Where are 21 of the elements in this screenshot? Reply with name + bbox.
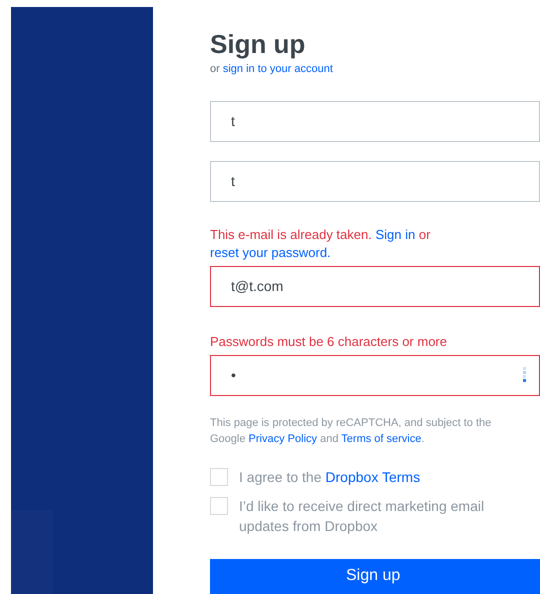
password-manager-icon[interactable] — [523, 366, 527, 382]
error-message: This e-mail is already taken. Sign in or reset your password. — [210, 226, 432, 262]
text-field[interactable]: t — [210, 160, 540, 202]
dropbox-terms-link[interactable]: Dropbox Terms — [325, 468, 420, 484]
recaptcha-notice: This page is protected by reCAPTCHA, and subject to the Google Privacy Policy and Terms of service. — [210, 416, 492, 446]
checkbox-label: I’d like to receive direct marketing email updates from Dropbox — [239, 496, 486, 536]
text-field[interactable]: t@t.com — [210, 266, 540, 306]
terms-of-service-link[interactable]: Terms of service — [341, 432, 422, 444]
sign-up-button[interactable]: Sign up — [210, 558, 540, 594]
checkbox[interactable] — [210, 496, 228, 514]
page-title: Sign up — [210, 28, 306, 60]
sign-in-link[interactable]: Sign in — [375, 226, 416, 242]
checkbox-label: I agree to the Dropbox Terms — [239, 468, 422, 486]
privacy-policy-link[interactable]: Privacy Policy — [248, 432, 318, 444]
sign-in-link[interactable]: sign in to your account — [222, 63, 333, 75]
error-message: Passwords must be 6 characters or more — [210, 332, 448, 350]
text-field[interactable]: • — [210, 354, 540, 396]
sign-in-prompt: or sign in to your account — [210, 62, 334, 77]
checkbox[interactable] — [210, 468, 228, 486]
reset-password-link[interactable]: reset your password. — [210, 244, 331, 260]
text-field[interactable]: t — [210, 100, 540, 142]
